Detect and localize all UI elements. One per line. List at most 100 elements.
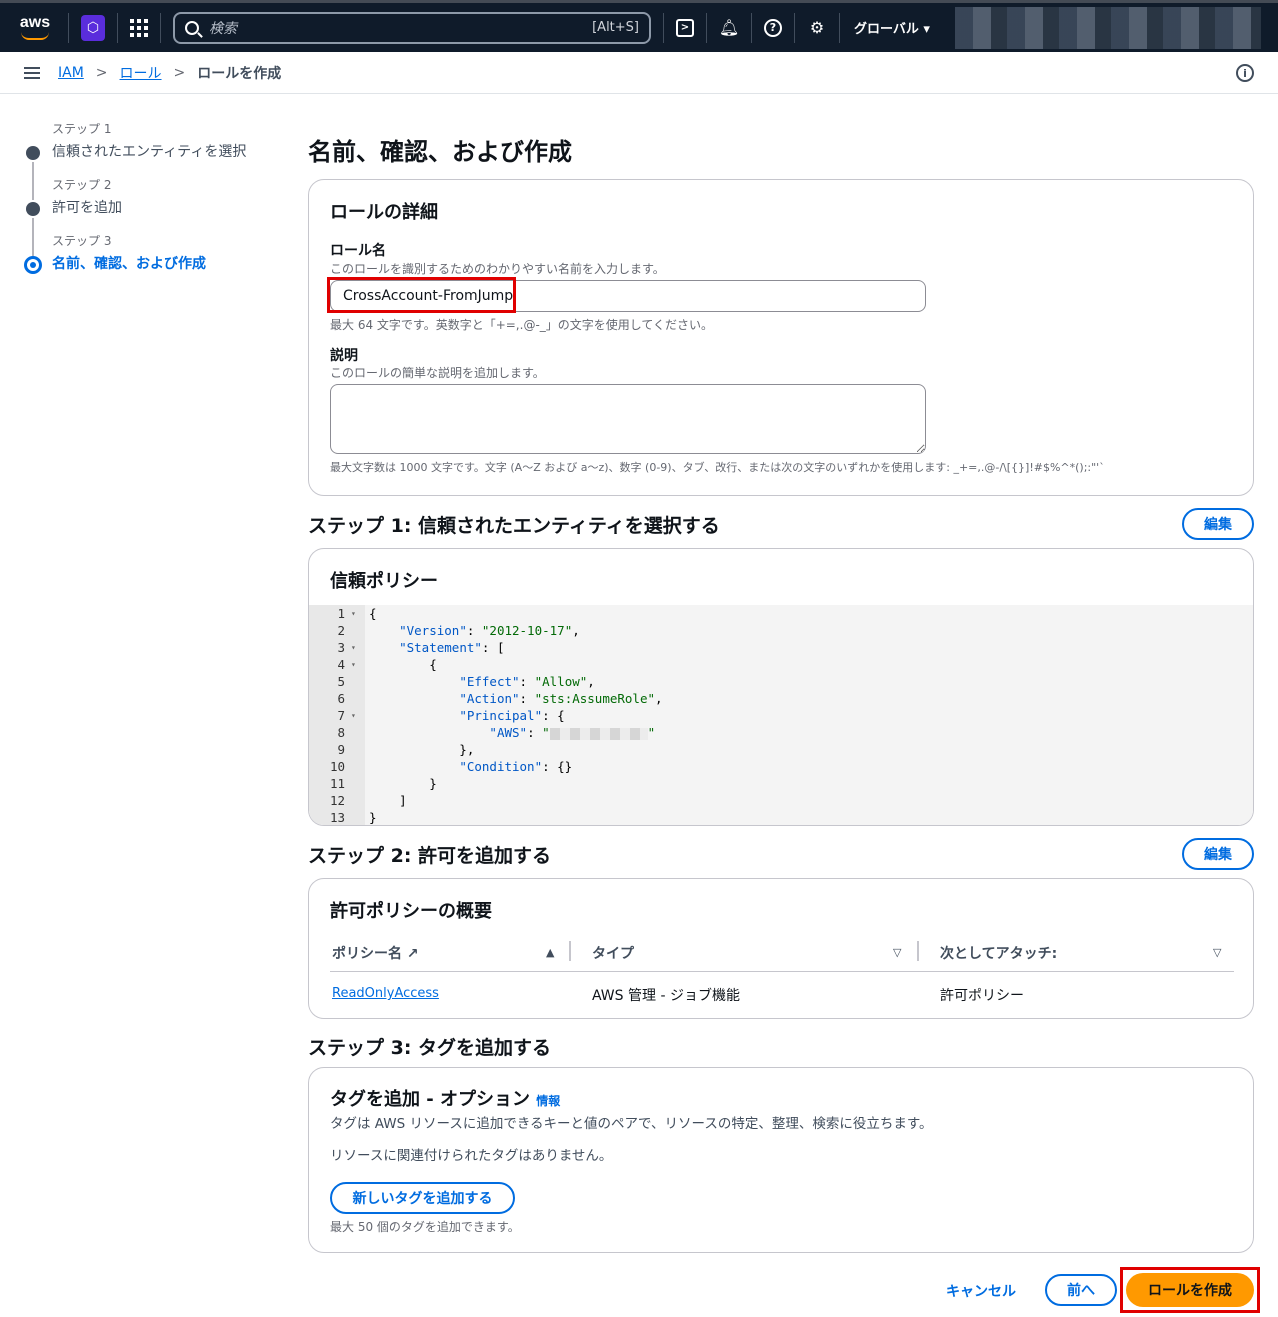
fold-icon[interactable]: ▾ <box>351 656 356 673</box>
code-text: "Action": "sts:AssumeRole", <box>459 691 663 706</box>
code-text: { <box>369 606 377 621</box>
breadcrumb-bar: IAM > ロール > ロールを作成 i <box>0 52 1278 94</box>
trust-policy-heading: 信頼ポリシー <box>330 571 438 592</box>
code-text: } <box>369 776 437 791</box>
aws-logo-text: aws <box>19 13 51 31</box>
previous-button[interactable]: 前へ <box>1045 1274 1117 1306</box>
breadcrumb: IAM > ロール > ロールを作成 <box>58 63 281 83</box>
description-description: このロールの簡単な説明を追加します。 <box>330 366 545 380</box>
description-textarea[interactable] <box>330 384 926 454</box>
sort-icon[interactable]: ▽ <box>893 946 901 959</box>
page-title: 名前、確認、および作成 <box>308 138 572 166</box>
step-dot-icon <box>26 146 40 160</box>
description-hint: 最大文字数は 1000 文字です。文字 (A〜Z および a〜z)、数字 (0-… <box>330 461 1105 474</box>
wizard-step-2[interactable]: ステップ 2 許可を追加 <box>24 176 284 234</box>
breadcrumb-iam[interactable]: IAM <box>58 65 84 81</box>
step1-edit-button[interactable]: 編集 <box>1182 508 1254 540</box>
services-grid-icon[interactable] <box>130 18 148 37</box>
step2-edit-button[interactable]: 編集 <box>1182 838 1254 870</box>
code-line: 3 ▾ "Statement": [ <box>309 639 1253 656</box>
sort-ascending-icon[interactable]: ▲ <box>546 946 554 959</box>
role-details-heading: ロールの詳細 <box>330 202 438 223</box>
bell-icon[interactable]: 🔔︎ <box>719 18 739 38</box>
code-line: 10 "Condition": {} <box>309 758 1253 775</box>
code-line: 13} <box>309 809 1253 825</box>
table-row: ReadOnlyAccess <box>332 985 439 1001</box>
code-text: } <box>369 810 377 825</box>
code-line: 11 } <box>309 775 1253 792</box>
cloudshell-app-icon[interactable]: ⬡ <box>81 14 105 41</box>
line-number: 9 <box>337 742 345 757</box>
column-attached-as[interactable]: 次としてアタッチ: <box>940 943 1057 963</box>
line-number: 13 <box>329 810 345 825</box>
step-label: ステップ 1 <box>52 122 112 136</box>
breadcrumb-roles[interactable]: ロール <box>120 63 162 83</box>
description-label: 説明 <box>330 348 358 364</box>
line-number: 11 <box>329 776 345 791</box>
trust-policy-editor[interactable]: 1 ▾{2 "Version": "2012-10-17", 3 ▾ "Stateme… <box>309 605 1253 825</box>
gear-icon[interactable]: ⚙ <box>807 18 827 38</box>
line-number: 5 <box>337 674 345 689</box>
code-text: "Version": "2012-10-17", <box>399 623 580 638</box>
code-line: 7 ▾ "Principal": { <box>309 707 1253 724</box>
policy-type: AWS 管理 - ジョブ機能 <box>592 988 740 1004</box>
code-text: "AWS": " " <box>489 725 656 740</box>
search-placeholder: 検索 <box>209 20 237 37</box>
external-link-icon: ↗ <box>406 946 419 962</box>
permissions-summary-heading: 許可ポリシーの概要 <box>330 901 492 922</box>
wizard-step-1[interactable]: ステップ 1 信頼されたエンティティを選択 <box>24 120 284 178</box>
column-policy-name[interactable]: ポリシー名 ↗ <box>332 943 419 963</box>
wizard-step-3: ステップ 3 名前、確認、および作成 <box>24 232 284 288</box>
step1-title: ステップ 1: 信頼されたエンティティを選択する <box>308 515 720 537</box>
code-text: }, <box>369 742 475 757</box>
line-number: 4 <box>337 657 345 672</box>
line-number: 7 <box>337 708 345 723</box>
fold-icon[interactable]: ▾ <box>351 639 356 656</box>
highlight-box <box>327 277 516 313</box>
code-text: "Effect": "Allow", <box>459 674 595 689</box>
search-icon <box>185 20 199 35</box>
line-number: 3 <box>337 640 345 655</box>
fold-icon[interactable]: ▾ <box>351 605 356 622</box>
highlight-box <box>1120 1267 1260 1313</box>
tags-description: タグは AWS リソースに追加できるキーと値のペアで、リソースの特定、整理、検索… <box>330 1116 933 1132</box>
code-text: { <box>369 657 437 672</box>
tags-limit-hint: 最大 50 個のタグを追加できます。 <box>330 1220 520 1234</box>
policy-link[interactable]: ReadOnlyAccess <box>332 986 439 1001</box>
aws-logo[interactable]: aws <box>14 13 56 40</box>
column-type[interactable]: タイプ <box>592 943 634 963</box>
cloudshell-icon[interactable]: > <box>676 18 694 37</box>
cancel-button[interactable]: キャンセル <box>946 1281 1016 1301</box>
info-link[interactable]: 情報 <box>536 1094 560 1108</box>
code-line: 5 "Effect": "Allow", <box>309 673 1253 690</box>
code-line: 2 "Version": "2012-10-17", <box>309 622 1253 639</box>
step2-title: ステップ 2: 許可を追加する <box>308 845 552 867</box>
role-name-description: このロールを識別するためのわかりやすい名前を入力します。 <box>330 262 665 276</box>
info-icon[interactable]: i <box>1236 64 1254 82</box>
search-input[interactable]: 検索 [Alt+S] <box>173 11 651 44</box>
chevron-right-icon: > <box>173 64 186 81</box>
role-details-card: ロールの詳細 ロール名 このロールを識別するためのわかりやすい名前を入力します。… <box>308 179 1254 496</box>
sort-icon[interactable]: ▽ <box>1213 946 1221 959</box>
step-title: 信頼されたエンティティを選択 <box>52 144 247 160</box>
code-text: "Principal": { <box>459 708 565 723</box>
search-shortcut: [Alt+S] <box>592 20 639 35</box>
breadcrumb-current: ロールを作成 <box>197 65 282 82</box>
line-number: 8 <box>337 725 345 740</box>
line-number: 12 <box>329 793 345 808</box>
help-icon[interactable]: ? <box>764 18 782 37</box>
code-line: 9 }, <box>309 741 1253 758</box>
add-tag-button[interactable]: 新しいタグを追加する <box>330 1182 515 1214</box>
fold-icon[interactable]: ▾ <box>351 707 356 724</box>
trust-policy-card: 信頼ポリシー 1 ▾{2 "Version": "2012-10-17", 3 ▾ "… <box>308 548 1254 826</box>
menu-icon[interactable] <box>24 66 40 79</box>
top-navigation: aws ⬡ 検索 [Alt+S] > 🔔︎ ? ⚙ グローバル ▾ <box>0 0 1278 52</box>
role-name-label: ロール名 <box>330 243 386 259</box>
code-text: ] <box>369 793 407 808</box>
account-menu[interactable] <box>955 7 1261 49</box>
chevron-right-icon: > <box>95 64 108 81</box>
step-current-icon <box>24 256 42 274</box>
line-number: 10 <box>329 759 345 774</box>
region-selector[interactable]: グローバル ▾ <box>854 18 930 37</box>
wizard-steps: ステップ 1 信頼されたエンティティを選択 ステップ 2 許可を追加 ステップ … <box>24 120 284 288</box>
